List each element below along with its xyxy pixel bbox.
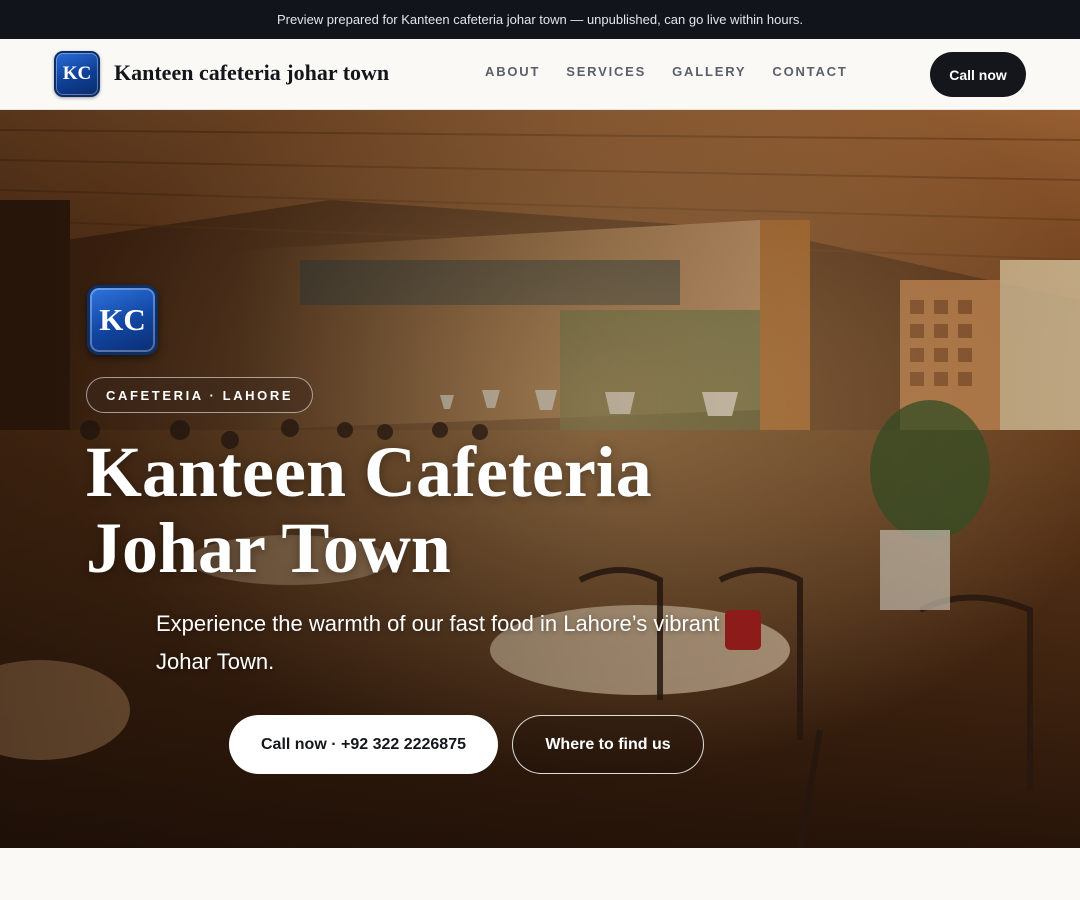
call-phone-button[interactable]: Call now · +92 322 2226875 (229, 715, 498, 774)
nav-services[interactable]: SERVICES (566, 64, 646, 79)
announcement-bar: Preview prepared for Kanteen cafeteria j… (0, 0, 1080, 39)
logo-badge[interactable]: KC (54, 51, 100, 97)
hero-title: Kanteen Cafeteria Johar Town (86, 432, 652, 588)
nav-contact[interactable]: CONTACT (772, 64, 847, 79)
announcement-text: Preview prepared for Kanteen cafeteria j… (276, 12, 804, 27)
hero-category-tag: CAFETERIA · LAHORE (86, 377, 314, 413)
call-now-button[interactable]: Call now (930, 52, 1026, 97)
brand-name[interactable]: Kanteen cafeteria johar town (114, 60, 389, 86)
find-us-button[interactable]: Where to find us (512, 715, 704, 774)
next-section (0, 848, 1080, 900)
hero-logo-initials: KC (99, 302, 146, 337)
nav-about[interactable]: ABOUT (485, 64, 540, 79)
logo-initials: KC (62, 63, 92, 84)
hero-section: KC CAFETERIA · LAHORE Kanteen Cafeteria … (0, 110, 1080, 848)
nav-gallery[interactable]: GALLERY (672, 64, 746, 79)
main-nav: ABOUT SERVICES GALLERY CONTACT (485, 64, 848, 79)
site-header: KC Kanteen cafeteria johar town ABOUT SE… (0, 39, 1080, 110)
hero-logo-badge: KC (87, 285, 158, 355)
hero-subtitle: Experience the warmth of our fast food i… (156, 611, 720, 674)
